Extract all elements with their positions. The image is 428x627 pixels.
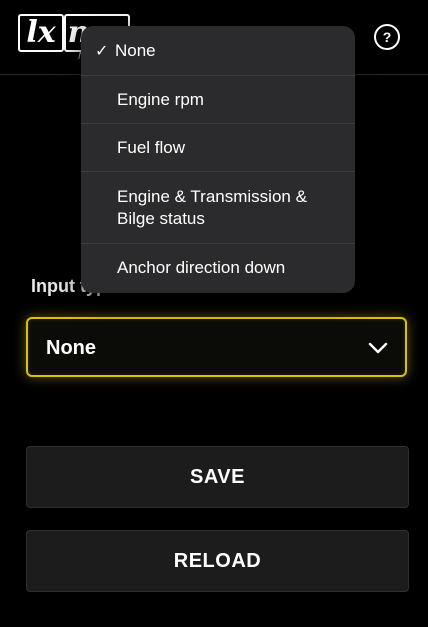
menu-item-label: Engine rpm (117, 89, 204, 109)
menu-item-label: Engine & Transmission & Bilge status (117, 186, 307, 228)
help-icon[interactable]: ? (374, 24, 400, 50)
save-button[interactable]: SAVE (26, 446, 409, 508)
menu-item-label: None (115, 40, 156, 60)
menu-item-label: Fuel flow (117, 137, 186, 157)
menu-item-label: Anchor direction down (117, 258, 286, 277)
checkmark-icon: ✓ (95, 42, 109, 60)
input-type-select[interactable]: None (26, 317, 407, 377)
menu-item-anchor-direction-down[interactable]: Anchor direction down (81, 244, 355, 292)
select-value: None (46, 337, 96, 359)
menu-item-none[interactable]: ✓ None (81, 26, 355, 76)
menu-item-fuel-flow[interactable]: Fuel flow (81, 124, 355, 172)
chevron-down-icon (368, 342, 388, 354)
input-type-dropdown-menu: ✓ None Engine rpm Fuel flow Engine & Tra… (81, 26, 355, 293)
menu-item-engine-transmission-bilge[interactable]: Engine & Transmission & Bilge status (81, 172, 355, 244)
reload-button[interactable]: RELOAD (26, 530, 409, 592)
logo-lx-text: lx (18, 14, 64, 52)
menu-item-engine-rpm[interactable]: Engine rpm (81, 76, 355, 124)
